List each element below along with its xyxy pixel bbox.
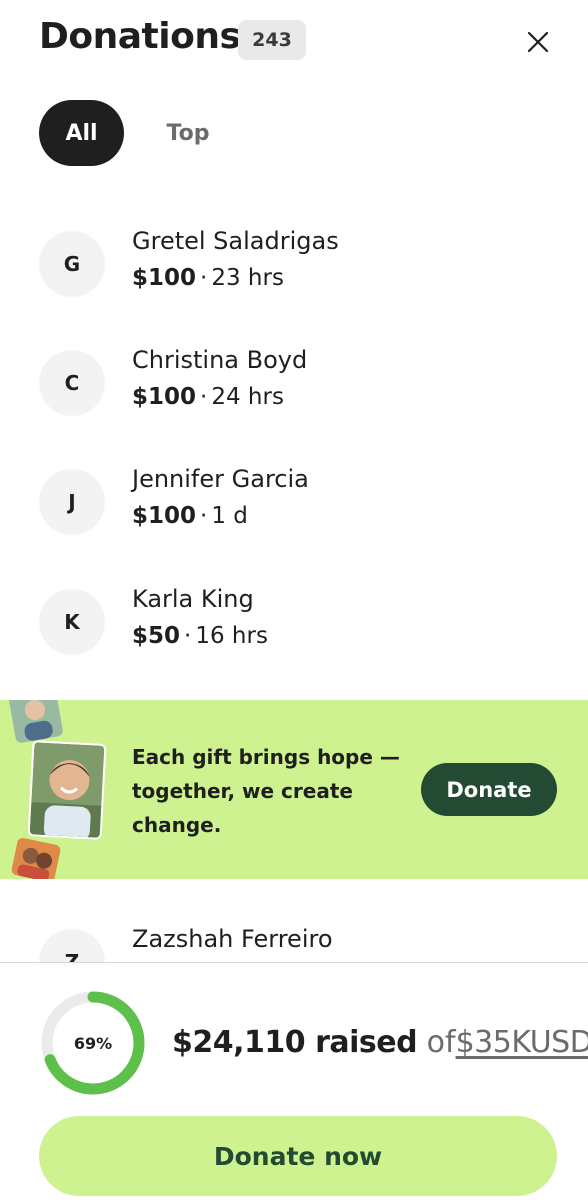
donation-list-item: J Jennifer Garcia $100 · 1 d	[39, 465, 559, 535]
donation-amount: $100	[132, 265, 197, 291]
avatar: K	[39, 589, 105, 655]
donation-details: $100 · 1 d	[132, 503, 248, 529]
tab-bar: All Top	[39, 100, 244, 166]
donation-amount: $100	[132, 503, 197, 529]
raised-summary: $24,110 raised of$35KUSD	[172, 1025, 588, 1060]
promo-banner: Each gift brings hope — together, we cre…	[0, 700, 588, 879]
donation-list-item: G Gretel Saladrigas $100 · 23 hrs	[39, 227, 559, 297]
avatar: C	[39, 350, 105, 416]
donor-name: Christina Boyd	[132, 346, 308, 374]
separator: ·	[184, 623, 192, 649]
tab-top[interactable]: Top	[132, 100, 244, 166]
separator: ·	[200, 384, 208, 410]
donation-time: 23 hrs	[211, 265, 284, 291]
donor-name: Karla King	[132, 585, 254, 613]
page-title: Donations	[39, 16, 241, 57]
close-icon	[527, 31, 549, 53]
donation-time: 24 hrs	[211, 384, 284, 410]
donation-amount: $50	[132, 623, 181, 649]
promo-donate-button[interactable]: Donate	[421, 763, 557, 816]
tab-all[interactable]: All	[39, 100, 124, 166]
donate-now-button[interactable]: Donate now	[39, 1116, 557, 1196]
of-label: of	[426, 1025, 456, 1060]
donation-amount: $100	[132, 384, 197, 410]
separator: ·	[200, 265, 208, 291]
donor-name: Zazshah Ferreiro	[132, 925, 333, 953]
donation-count-badge: 243	[238, 20, 306, 60]
close-button[interactable]	[518, 22, 558, 62]
avatar: J	[39, 469, 105, 535]
donation-details: $100 · 23 hrs	[132, 265, 284, 291]
progress-ring: 69%	[39, 989, 147, 1097]
child-photo	[27, 740, 107, 840]
donor-photo-small	[8, 700, 64, 744]
fundraising-footer: 69% $24,110 raised of$35KUSD Donate now	[0, 962, 588, 1200]
progress-percent: 69%	[73, 1033, 113, 1053]
goal-link[interactable]: $35KUSD	[456, 1025, 588, 1060]
donor-name: Jennifer Garcia	[132, 465, 309, 493]
donation-time: 1 d	[211, 503, 248, 529]
avatar: G	[39, 231, 105, 297]
family-photo-small	[10, 836, 62, 879]
donor-name: Gretel Saladrigas	[132, 227, 339, 255]
donation-details: $100 · 24 hrs	[132, 384, 284, 410]
donation-list-item: K Karla King $50 · 16 hrs	[39, 585, 559, 655]
promo-message: Each gift brings hope — together, we cre…	[132, 745, 400, 837]
donation-list-item: C Christina Boyd $100 · 24 hrs	[39, 346, 559, 416]
donation-time: 16 hrs	[195, 623, 268, 649]
donation-details: $50 · 16 hrs	[132, 623, 268, 649]
raised-amount: $24,110 raised	[172, 1025, 418, 1060]
header: Donations 243	[0, 0, 588, 90]
separator: ·	[200, 503, 208, 529]
